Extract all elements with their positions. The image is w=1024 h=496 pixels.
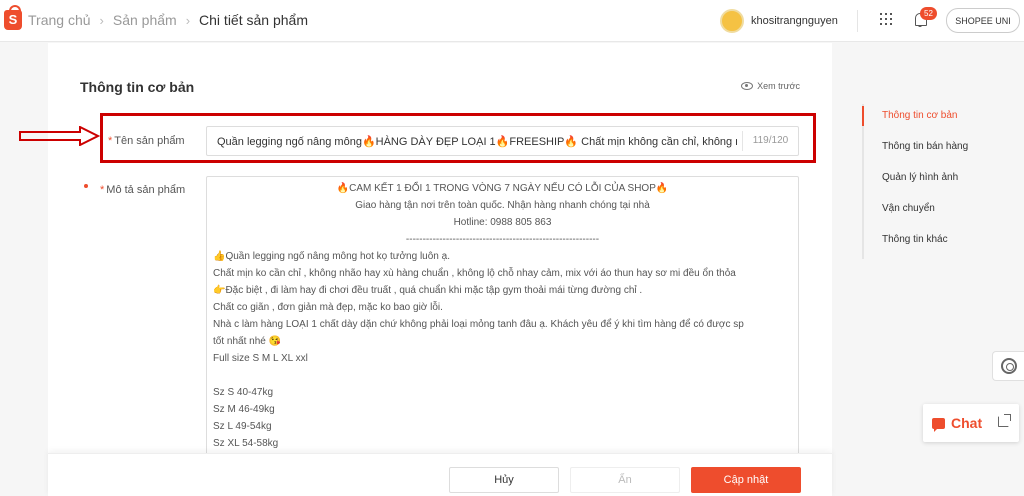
description-line: 👉Đặc biệt , đi làm hay đi chơi đều truất… [213, 285, 643, 296]
section-nav: Thông tin cơ bản Thông tin bán hàng Quản… [861, 104, 968, 259]
nav-item-other-info[interactable]: Thông tin khác [864, 228, 968, 259]
nav-item-shipping[interactable]: Vận chuyển [864, 197, 968, 228]
chevron-right-icon: › [185, 12, 191, 28]
breadcrumb: Trang chủ › Sản phẩm › Chi tiết sản phẩm [28, 12, 308, 28]
lifebuoy-icon [1000, 358, 1017, 374]
description-line: Hotline: 0988 805 863 [453, 217, 552, 228]
shopee-uni-button[interactable]: SHOPEE UNI [946, 8, 1020, 33]
avatar [720, 9, 744, 33]
description-line: 🔥CAM KẾT 1 ĐỔI 1 TRONG VÒNG 7 NGÀY NẾU C… [336, 183, 669, 194]
description-textarea[interactable]: 🔥CAM KẾT 1 ĐỔI 1 TRONG VÒNG 7 NGÀY NẾU C… [206, 176, 799, 496]
required-dot [84, 184, 88, 188]
chat-label: Chat [951, 415, 983, 431]
expand-icon[interactable] [998, 414, 1011, 427]
header-divider [857, 10, 858, 32]
chat-bubble-icon [932, 417, 945, 432]
nav-item-basic-info[interactable]: Thông tin cơ bản [861, 104, 968, 135]
description-line: Sz S 40-47kg [213, 387, 274, 398]
description-line: ----------------------------------------… [405, 234, 600, 245]
description-label: * Mô tả sản phẩm [100, 184, 185, 196]
description-line: 👍Quần legging ngố nâng mông hot kọ tưởng… [213, 251, 450, 262]
help-button[interactable] [992, 351, 1024, 381]
username: khositrangnguyen [751, 15, 838, 27]
hide-button[interactable]: Ẩn [570, 467, 680, 493]
description-line: tốt nhất nhé 😘 [213, 336, 282, 347]
required-mark: * [100, 184, 105, 196]
chevron-right-icon: › [99, 12, 104, 28]
annotation-arrow-icon [19, 126, 100, 146]
description-line: Giao hàng tận nơi trên toàn quốc. Nhận h… [355, 200, 650, 211]
cancel-button[interactable]: Hủy [449, 467, 559, 493]
top-header: S Trang chủ › Sản phẩm › Chi tiết sản ph… [0, 0, 1024, 42]
breadcrumb-home[interactable]: Trang chủ [28, 12, 91, 28]
description-line: Chất co giãn , đơn giản mà đẹp, mặc ko b… [213, 302, 443, 313]
eye-icon [741, 82, 754, 90]
basic-info-card: Thông tin cơ bản Xem trước * Tên sản phẩm… [48, 43, 832, 496]
description-line: Sz XL 54-58kg [213, 438, 279, 449]
shopee-logo-icon[interactable]: S [4, 5, 22, 30]
preview-label: Xem trước [757, 81, 800, 91]
breadcrumb-products[interactable]: Sản phẩm [113, 12, 177, 28]
nav-item-image-management[interactable]: Quản lý hình ảnh [864, 166, 968, 197]
description-label-text: Mô tả sản phẩm [106, 184, 186, 196]
description-line: Nhà c làm hàng LOẠI 1 chất dày dặn chứ k… [213, 319, 744, 330]
description-line: Chất mịn ko cần chỉ , không nhão hay xù … [213, 268, 736, 279]
description-line: Sz L 49-54kg [213, 421, 272, 432]
section-title: Thông tin cơ bản [80, 79, 195, 95]
annotation-highlight-box [100, 113, 816, 163]
chat-button[interactable]: Chat [923, 404, 1019, 442]
update-button[interactable]: Cập nhật [691, 467, 801, 493]
description-line: Sz M 46-49kg [213, 404, 275, 415]
preview-link[interactable]: Xem trước [741, 81, 800, 91]
description-line: Full size S M L XL xxl [213, 353, 308, 364]
breadcrumb-product-detail: Chi tiết sản phẩm [199, 12, 308, 28]
nav-item-sales-info[interactable]: Thông tin bán hàng [864, 135, 968, 166]
notification-badge: 52 [920, 7, 937, 20]
description-blank-line [207, 367, 798, 384]
user-menu[interactable]: khositrangnguyen [720, 9, 838, 33]
apps-grid-icon[interactable] [880, 13, 892, 29]
action-footer: Hủy Ẩn Cập nhật [48, 453, 832, 496]
